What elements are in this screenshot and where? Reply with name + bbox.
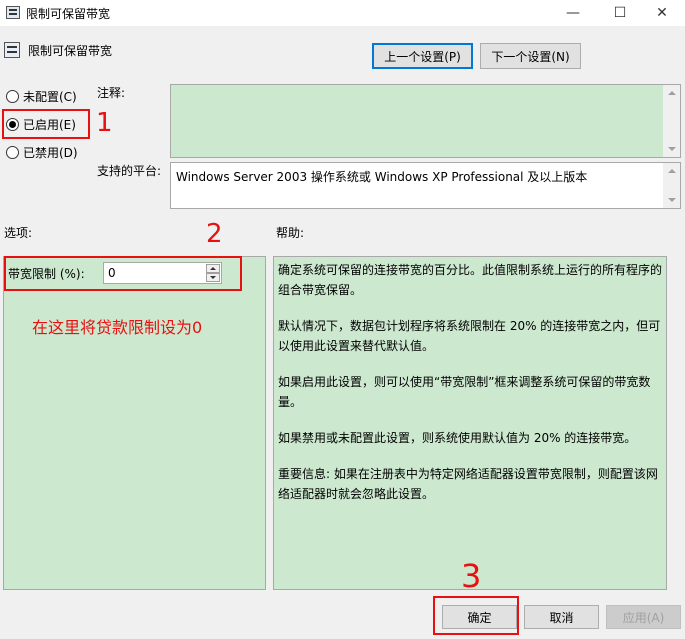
prev-setting-button[interactable]: 上一个设置(P) [372, 43, 473, 69]
next-setting-button[interactable]: 下一个设置(N) [480, 43, 581, 69]
title-bar[interactable]: 限制可保留带宽 — ☐ ✕ [0, 0, 685, 26]
comment-scrollbar[interactable] [663, 85, 680, 157]
help-label: 帮助: [276, 226, 305, 240]
annotation-box-ok [433, 596, 519, 635]
annotation-step1: 1 [96, 108, 113, 138]
radio-circle[interactable] [6, 146, 19, 159]
annotation-step2: 2 [206, 219, 223, 249]
close-button[interactable]: ✕ [639, 0, 685, 26]
platform-field: Windows Server 2003 操作系统或 Windows XP Pro… [170, 162, 681, 209]
options-panel [3, 256, 266, 590]
annotation-note: 在这里将贷款限制设为0 [32, 318, 203, 337]
window-title: 限制可保留带宽 [26, 7, 111, 21]
minimize-button[interactable]: — [550, 0, 596, 26]
annotation-step3: 3 [461, 557, 482, 595]
scroll-up-icon[interactable] [668, 169, 676, 173]
maximize-button[interactable]: ☐ [597, 0, 643, 26]
setting-icon [4, 42, 20, 58]
policy-icon [6, 6, 20, 19]
annotation-box-enabled [2, 109, 90, 139]
help-paragraph: 确定系统可保留的连接带宽的百分比。此值限制系统上运行的所有程序的组合带宽保留。 [278, 263, 663, 297]
platform-label: 支持的平台: [97, 164, 162, 178]
setting-title: 限制可保留带宽 [28, 44, 113, 58]
scroll-down-icon[interactable] [668, 198, 676, 202]
apply-button[interactable]: 应用(A) [606, 605, 681, 629]
radio-disabled[interactable]: 已禁用(D) [6, 144, 78, 161]
help-paragraph: 如果启用此设置，则可以使用“带宽限制”框来调整系统可保留的带宽数量。 [278, 375, 651, 409]
platform-value: Windows Server 2003 操作系统或 Windows XP Pro… [176, 170, 588, 184]
platform-scrollbar[interactable] [663, 163, 680, 208]
help-paragraph: 重要信息: 如果在注册表中为特定网络适配器设置带宽限制，则配置该网络适配器时就会… [278, 467, 658, 501]
help-paragraph: 默认情况下，数据包计划程序将系统限制在 20% 的连接带宽之内，但可以使用此设置… [278, 319, 661, 353]
radio-not-configured[interactable]: 未配置(C) [6, 88, 77, 105]
comment-textarea[interactable] [170, 84, 681, 158]
radio-label: 已禁用(D) [23, 146, 78, 160]
comment-label: 注释: [97, 86, 126, 100]
scroll-up-icon[interactable] [668, 91, 676, 95]
options-label: 选项: [4, 226, 33, 240]
radio-label: 未配置(C) [23, 90, 77, 104]
annotation-box-bandwidth [4, 256, 242, 291]
cancel-button[interactable]: 取消 [524, 605, 599, 629]
radio-circle[interactable] [6, 90, 19, 103]
scroll-down-icon[interactable] [668, 147, 676, 151]
help-paragraph: 如果禁用或未配置此设置，则系统使用默认值为 20% 的连接带宽。 [278, 431, 637, 445]
help-text: 确定系统可保留的连接带宽的百分比。此值限制系统上运行的所有程序的组合带宽保留。 … [278, 260, 666, 520]
